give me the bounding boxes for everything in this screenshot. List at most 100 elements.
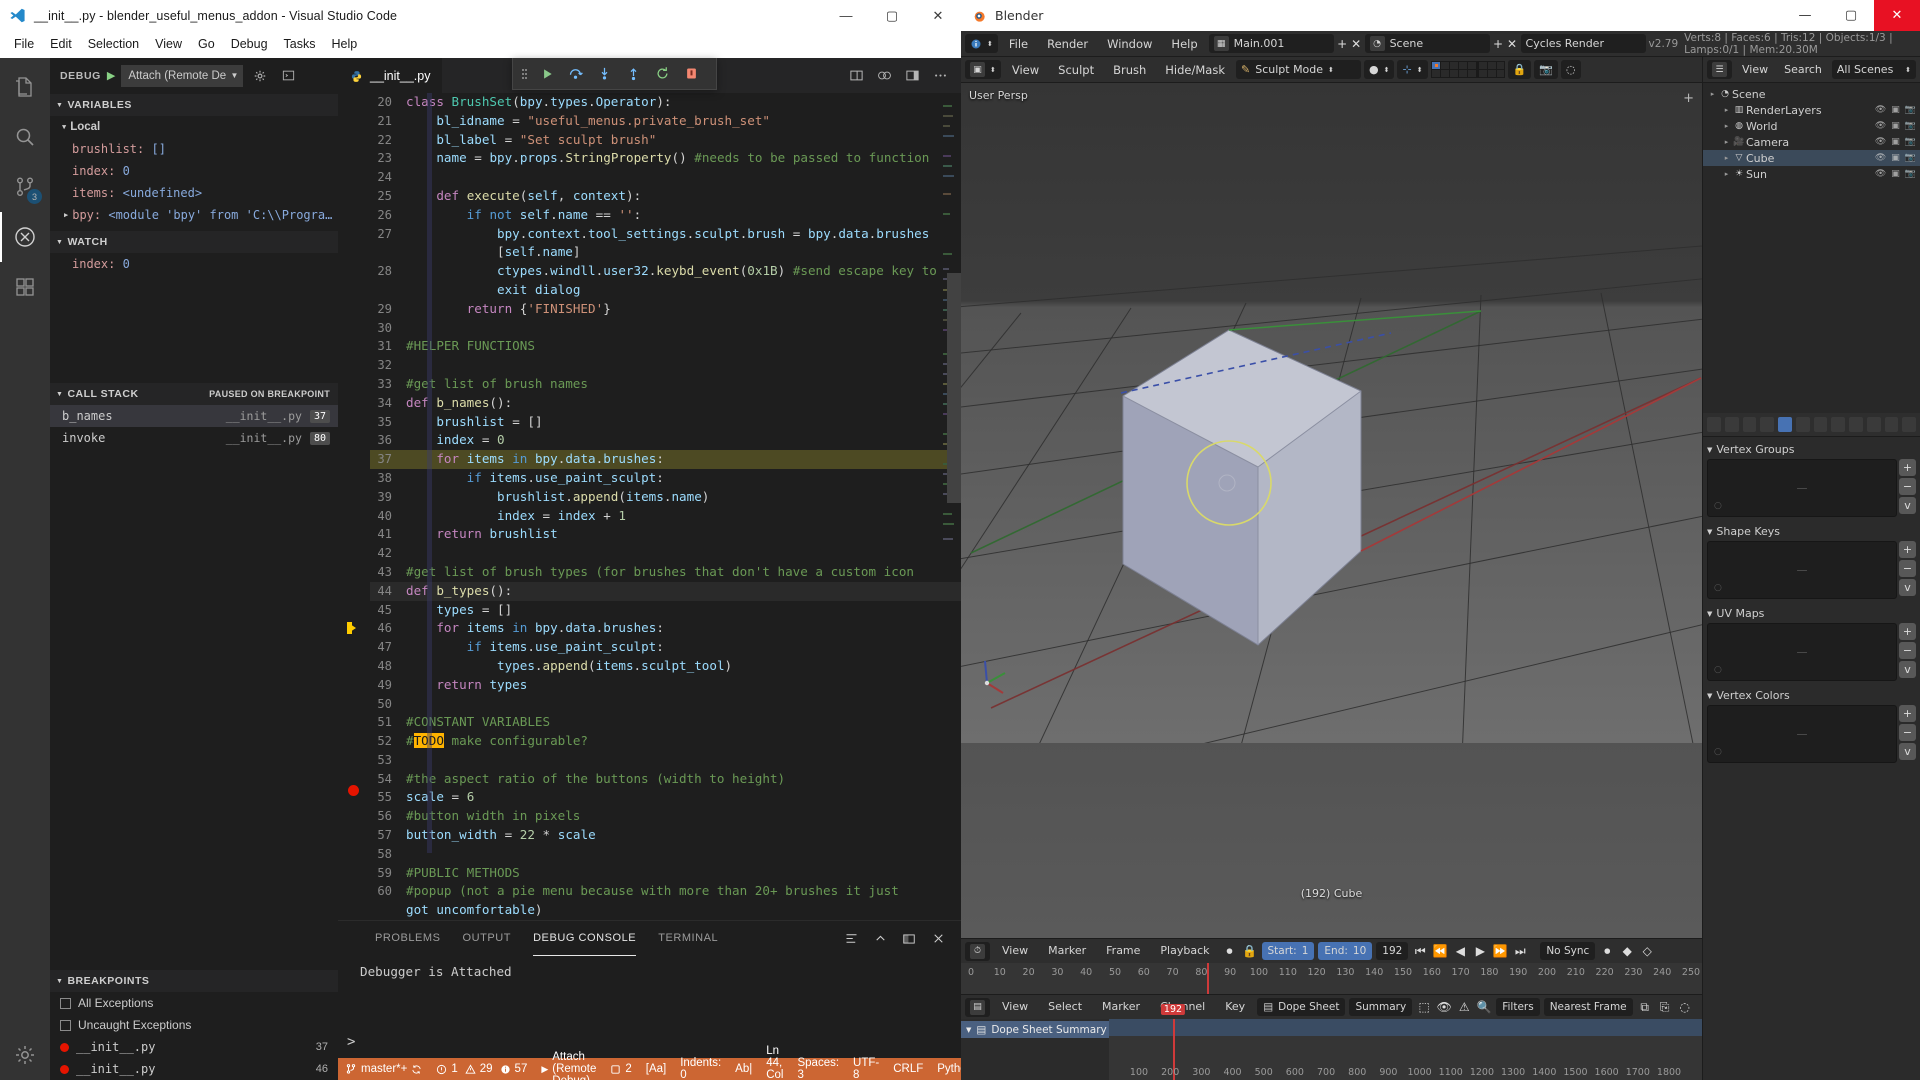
code-line[interactable]: 51 #CONSTANT VARIABLES [370, 713, 961, 732]
lock-layers-button[interactable]: 🔒 [1507, 60, 1532, 79]
code-line[interactable]: 59 #PUBLIC METHODS [370, 864, 961, 883]
remove-item-button[interactable]: − [1899, 724, 1916, 741]
debug-floating-toolbar[interactable] [512, 58, 717, 90]
world-properties-icon[interactable] [1760, 417, 1774, 432]
add-workspace-button[interactable]: + [1337, 34, 1348, 53]
specials-menu-button[interactable]: v [1899, 661, 1916, 678]
code-line[interactable]: 60 #popup (not a pie menu because with mo… [370, 882, 961, 901]
viewport-menu-brush[interactable]: Brush [1105, 57, 1154, 83]
play-icon[interactable]: ▶ [1472, 942, 1488, 961]
debug-restart-button[interactable] [649, 61, 676, 87]
debug-console-body[interactable]: Debugger is Attached > [338, 956, 961, 1058]
twisty-icon[interactable]: ▸ [1721, 138, 1732, 146]
breakpoint-row[interactable]: All Exceptions [50, 992, 338, 1014]
breakpoint-checkbox[interactable] [60, 997, 71, 1009]
property-list[interactable]: ○ — [1707, 541, 1897, 599]
render-preview-button[interactable]: 📷 [1534, 60, 1558, 79]
key-lock-icon[interactable]: 🔒 [1242, 942, 1258, 961]
code-line[interactable]: 23 name = bpy.props.StringProperty() #ne… [370, 149, 961, 168]
copy-keys-icon[interactable]: ⧉ [1637, 998, 1653, 1017]
add-item-button[interactable]: + [1899, 459, 1916, 476]
blender-menu-window[interactable]: Window [1099, 31, 1160, 57]
editor-scrollbar-thumb[interactable] [947, 273, 961, 503]
debug-step-into-button[interactable] [591, 61, 618, 87]
viewport-editor-type[interactable]: ▣ ⬍ [965, 60, 1001, 79]
blender-close-button[interactable]: ✕ [1874, 0, 1920, 31]
code-line[interactable]: 38 if items.use_paint_sculpt: [370, 469, 961, 488]
property-list[interactable]: ○ — [1707, 705, 1897, 763]
debug-step-out-button[interactable] [620, 61, 647, 87]
activity-settings[interactable] [0, 1030, 50, 1080]
pivot-point-selector[interactable]: ⊹ ⬍ [1397, 60, 1428, 79]
activity-search[interactable] [0, 112, 50, 162]
property-group-header[interactable]: ▼ Vertex Colors [1707, 686, 1916, 705]
show-hidden-icon[interactable]: 👁 [1436, 998, 1452, 1017]
clear-console-button[interactable] [838, 926, 864, 952]
code-line[interactable]: 49 return types [370, 676, 961, 695]
frame-start-field[interactable]: Start: 1 [1261, 942, 1315, 960]
next-keyframe-icon[interactable]: ⏩ [1492, 942, 1508, 961]
status-ab[interactable]: Ab| [728, 1058, 759, 1080]
physics-properties-icon[interactable] [1831, 417, 1845, 432]
code-line[interactable]: 57 button_width = 22 * scale [370, 826, 961, 845]
blender-menu-help[interactable]: Help [1163, 31, 1205, 57]
breakpoint-dot-icon[interactable] [60, 1064, 69, 1074]
breakpoint-row[interactable]: __init__.py 46 [50, 1058, 338, 1080]
remove-item-button[interactable]: − [1899, 478, 1916, 495]
menu-tasks[interactable]: Tasks [276, 31, 324, 58]
timeline-menu-marker[interactable]: Marker [1040, 938, 1094, 964]
viewport-menu-sculpt[interactable]: Sculpt [1050, 57, 1102, 83]
status-debug-session[interactable]: ▶ Attach (Remote Debug) [534, 1051, 603, 1080]
maximize-panel-button[interactable] [896, 926, 922, 952]
property-group-header[interactable]: ▼ Vertex Groups [1707, 440, 1916, 459]
modifier-properties-icon[interactable] [1795, 417, 1810, 432]
frame-end-field[interactable]: End: 10 [1318, 942, 1373, 960]
play-reverse-icon[interactable]: ◀ [1452, 942, 1468, 961]
dopesheet-menu-key[interactable]: Key [1217, 994, 1253, 1020]
jump-end-icon[interactable]: ⏭ [1512, 942, 1528, 961]
code-line[interactable]: 55 scale = 6 [370, 788, 961, 807]
activity-extensions[interactable] [0, 262, 50, 312]
scene-properties-icon[interactable] [1742, 417, 1757, 432]
constraint-properties-icon[interactable] [1849, 417, 1863, 432]
editor-scrollbar[interactable] [947, 93, 961, 920]
outliner-visibility-toggles[interactable]: 👁 ▣ 📷 [1875, 137, 1916, 147]
code-line[interactable]: 32 [370, 356, 961, 375]
jump-start-icon[interactable]: ⏮ [1412, 942, 1428, 961]
code-line[interactable]: [self.name] [370, 243, 961, 262]
outliner-menu-search[interactable]: Search [1778, 57, 1828, 83]
code-line[interactable]: 46 for items in bpy.data.brushes: [370, 619, 961, 638]
menu-view[interactable]: View [147, 31, 190, 58]
property-list[interactable]: ○ — [1707, 459, 1897, 517]
menu-edit[interactable]: Edit [42, 31, 80, 58]
timeline-ruler[interactable]: 0 10 20 30 40 50 60 70 80 90 100 110 120 130 140 150 160… [961, 963, 1702, 994]
debug-console-button[interactable] [277, 65, 299, 87]
debug-start-icon[interactable]: ▶ [107, 69, 115, 82]
drag-handle-icon[interactable] [517, 67, 531, 81]
menu-debug[interactable]: Debug [223, 31, 276, 58]
outliner-editor-type[interactable]: ☰ [1707, 60, 1732, 79]
outliner-visibility-toggles[interactable]: 👁 ▣ 📷 [1875, 121, 1916, 131]
auto-key-icon[interactable]: ⏺ [1222, 942, 1238, 961]
code-line[interactable]: 45 types = [] [370, 601, 961, 620]
status-spaces[interactable]: Spaces: 3 [790, 1057, 846, 1080]
call-stack-header[interactable]: ▼ CALL STACK PAUSED ON BREAKPOINT [50, 383, 338, 405]
debug-console-prompt[interactable]: > [347, 1034, 355, 1050]
property-group-header[interactable]: ▼ UV Maps [1707, 604, 1916, 623]
outliner-row[interactable]: ▸ 🎥 Camera 👁 ▣ 📷 [1703, 134, 1920, 150]
dopesheet-filters-button[interactable]: Filters [1496, 998, 1540, 1016]
outliner-visibility-toggles[interactable]: 👁 ▣ 📷 [1875, 169, 1916, 179]
add-item-button[interactable]: + [1899, 705, 1916, 722]
specials-menu-button[interactable]: v [1899, 743, 1916, 760]
timeline-menu-frame[interactable]: Frame [1098, 938, 1148, 964]
collapse-panel-button[interactable] [867, 926, 893, 952]
status-branch[interactable]: master*+ [338, 1058, 429, 1080]
variable-row[interactable]: ▶ bpy: <module 'bpy' from 'C:\\Progra… [50, 204, 338, 226]
outliner-row[interactable]: ▸ ☀ Sun 👁 ▣ 📷 [1703, 166, 1920, 182]
workspace-selector[interactable]: ▦ Main.001 [1208, 34, 1334, 53]
specials-menu-button[interactable]: v [1899, 497, 1916, 514]
remove-scene-button[interactable]: ✕ [1507, 34, 1518, 53]
variable-row[interactable]: items: <undefined> [50, 182, 338, 204]
specials-menu-button[interactable]: v [1899, 579, 1916, 596]
code-line[interactable]: 52 #TODO make configurable? [370, 732, 961, 751]
